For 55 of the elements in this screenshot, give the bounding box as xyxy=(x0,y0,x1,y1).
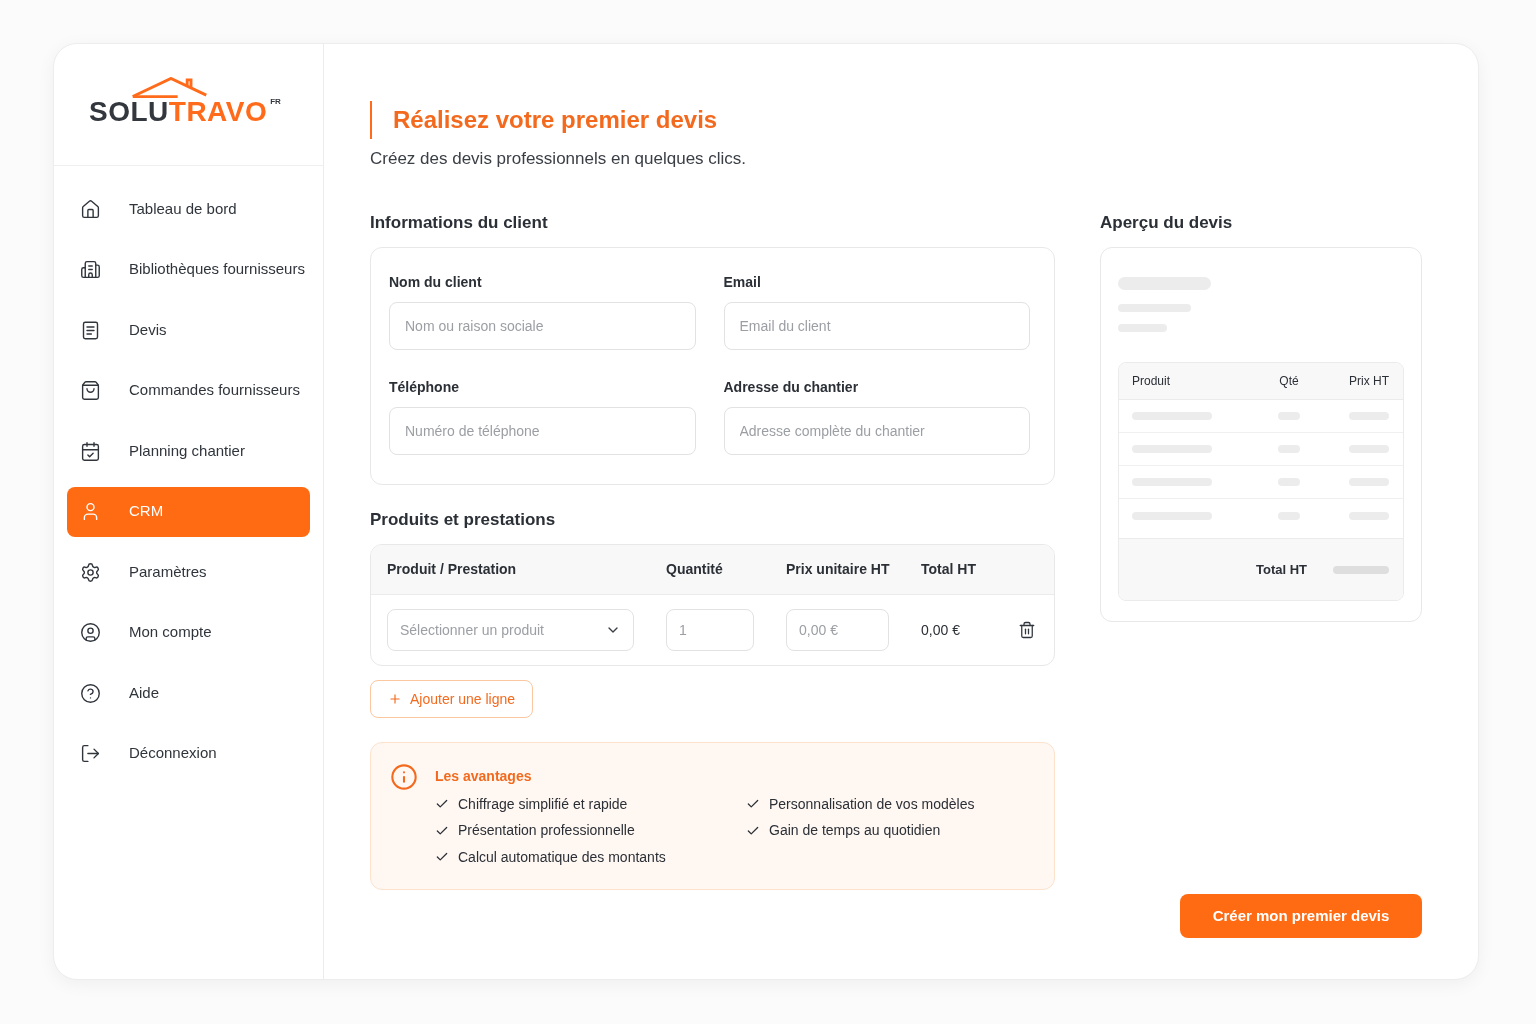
column-header: Quantité xyxy=(666,560,724,579)
document-icon xyxy=(80,319,101,341)
bag-icon xyxy=(80,380,101,401)
advantages-title: Les avantages xyxy=(435,767,533,786)
text-input[interactable]: Email du client xyxy=(723,302,1030,350)
sidebar-item[interactable]: Aide xyxy=(67,668,310,718)
plus-icon xyxy=(388,692,402,706)
logo-superscript: FR xyxy=(270,98,281,106)
page-subtitle: Créez des devis professionnels en quelques clics. xyxy=(370,148,748,170)
section-heading: Aperçu du devis xyxy=(1100,212,1234,234)
field-label: Nom du client xyxy=(389,273,483,292)
total-value: 0,00 € xyxy=(921,620,961,640)
preview-column-header: Prix HT xyxy=(1349,373,1389,390)
text-input[interactable]: Adresse complète du chantier xyxy=(723,407,1030,455)
sidebar-item[interactable]: Commandes fournisseurs xyxy=(67,365,310,416)
home-icon xyxy=(80,198,101,220)
preview-column-header: Qté xyxy=(1279,373,1299,390)
section-heading: Informations du client xyxy=(370,212,549,234)
user-circle-icon xyxy=(80,622,101,643)
advantage-item: Chiffrage simplifié et rapide xyxy=(458,794,628,814)
logo-wordmark: SOLUTRAVO xyxy=(89,98,268,126)
sidebar-item[interactable]: Tableau de bord xyxy=(67,184,310,234)
preview-column-header: Produit xyxy=(1132,373,1172,390)
page-title: Réalisez votre premier devis xyxy=(393,108,718,132)
text-input[interactable]: Nom ou raison sociale xyxy=(389,302,696,350)
trash-icon[interactable] xyxy=(1018,621,1036,639)
info-icon xyxy=(390,763,418,791)
sidebar-item[interactable]: Mon compte xyxy=(67,607,310,658)
column-header: Total HT xyxy=(921,560,977,579)
price-input[interactable]: 0,00 € xyxy=(786,609,889,651)
roof-logo-icon xyxy=(131,77,209,98)
advantage-item: Personnalisation de vos modèles xyxy=(769,794,975,814)
logout-icon xyxy=(80,743,101,764)
settings-icon xyxy=(80,561,101,583)
column-header: Prix unitaire HT xyxy=(786,560,891,579)
sidebar-item[interactable]: Paramètres xyxy=(67,547,310,597)
advantage-item: Présentation professionnelle xyxy=(458,821,635,841)
help-icon xyxy=(80,682,101,704)
advantage-item: Calcul automatique des montants xyxy=(458,847,666,867)
sidebar-item[interactable]: Devis xyxy=(67,305,310,355)
sidebar-item[interactable]: Planning chantier xyxy=(67,426,310,476)
advantage-item: Gain de temps au quotidien xyxy=(769,821,941,841)
sidebar-item[interactable]: Déconnexion xyxy=(67,728,310,779)
buildings-icon xyxy=(80,259,101,280)
sidebar-item[interactable]: Bibliothèques fournisseurs xyxy=(67,244,310,295)
field-label: Téléphone xyxy=(389,378,460,397)
section-heading: Produits et prestations xyxy=(370,509,557,531)
field-label: Adresse du chantier xyxy=(723,378,860,397)
calendar-check-icon xyxy=(80,440,101,462)
preview-total-label: Total HT xyxy=(1255,560,1307,579)
field-label: Email xyxy=(723,273,762,292)
text-input[interactable]: Numéro de téléphone xyxy=(389,407,696,455)
quantity-input[interactable]: 1 xyxy=(666,609,754,651)
column-header: Produit / Prestation xyxy=(387,560,518,579)
skeleton-bar xyxy=(1333,565,1389,574)
